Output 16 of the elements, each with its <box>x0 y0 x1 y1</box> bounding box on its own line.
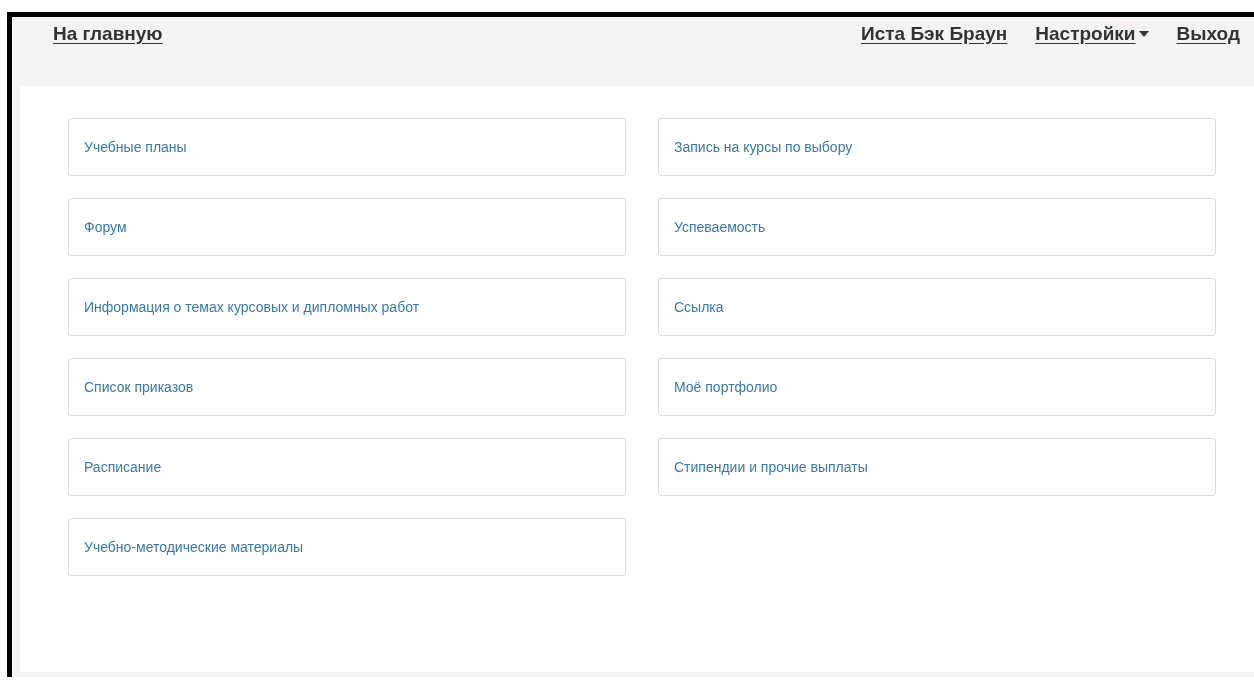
menu-tile[interactable]: Учебные планы <box>68 118 626 176</box>
menu-tile[interactable]: Информация о темах курсовых и дипломных работ <box>68 278 626 336</box>
menu-tile[interactable]: Учебно-методические материалы <box>68 518 626 576</box>
caret-icon[interactable] <box>1138 31 1149 37</box>
menu-tile[interactable]: Запись на курсы по выбору <box>658 118 1216 176</box>
menu-tile[interactable]: Ссылка <box>658 278 1216 336</box>
menu-tile[interactable]: Успеваемость <box>658 198 1216 256</box>
menu-tile[interactable]: Форум <box>68 198 626 256</box>
menu-tile[interactable]: Стипендии и прочие выплаты <box>658 438 1216 496</box>
menu-tile[interactable]: Список приказов <box>68 358 626 416</box>
menu-tile[interactable]: Моё портфолио <box>658 358 1216 416</box>
logout-link[interactable]: Выход <box>1176 21 1240 47</box>
settings-menu[interactable]: Настройки <box>1035 21 1136 47</box>
user-link[interactable]: Иста Бэк Браун <box>861 21 1008 47</box>
menu-tile[interactable]: Расписание <box>68 438 626 496</box>
home-link[interactable]: На главную <box>53 21 163 47</box>
